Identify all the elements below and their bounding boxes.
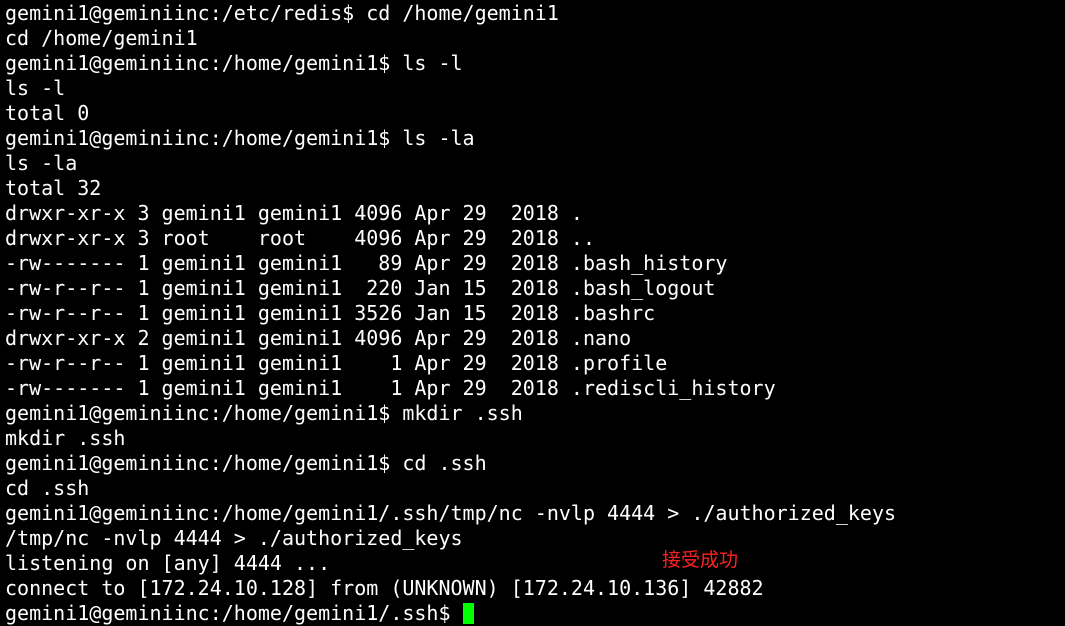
terminal-line: ls -la <box>5 151 78 175</box>
terminal-line: total 0 <box>5 101 90 125</box>
terminal-line: cd .ssh <box>5 476 90 500</box>
terminal-output: gemini1@geminiinc:/etc/redis$ cd /home/g… <box>5 1 1065 626</box>
terminal-line: ls -l <box>5 76 66 100</box>
terminal-line: gemini1@geminiinc:/etc/redis$ cd /home/g… <box>5 1 559 25</box>
terminal-line: gemini1@geminiinc:/home/gemini1$ ls -la <box>5 126 475 150</box>
terminal-line: gemini1@geminiinc:/home/gemini1$ mkdir .… <box>5 401 523 425</box>
terminal-line: drwxr-xr-x 3 gemini1 gemini1 4096 Apr 29… <box>5 201 583 225</box>
success-annotation: 接受成功 <box>662 549 739 571</box>
terminal-line: -rw------- 1 gemini1 gemini1 1 Apr 29 20… <box>5 376 776 400</box>
terminal-input-line[interactable]: gemini1@geminiinc:/home/gemini1/.ssh$ <box>5 601 1065 626</box>
terminal-line: cd /home/gemini1 <box>5 26 198 50</box>
terminal-line: drwxr-xr-x 3 root root 4096 Apr 29 2018 … <box>5 226 596 250</box>
terminal-line: -rw-r--r-- 1 gemini1 gemini1 1 Apr 29 20… <box>5 351 668 375</box>
terminal-line: total 32 <box>5 176 102 200</box>
terminal-prompt: gemini1@geminiinc:/home/gemini1/.ssh$ <box>5 601 463 625</box>
terminal-window[interactable]: gemini1@geminiinc:/etc/redis$ cd /home/g… <box>0 0 1065 625</box>
terminal-line: listening on [any] 4444 ... <box>5 551 331 575</box>
terminal-line: gemini1@geminiinc:/home/gemini1/.ssh/tmp… <box>5 501 897 525</box>
terminal-line: drwxr-xr-x 2 gemini1 gemini1 4096 Apr 29… <box>5 326 632 350</box>
terminal-line: /tmp/nc -nvlp 4444 > ./authorized_keys <box>5 526 463 550</box>
terminal-line: connect to [172.24.10.128] from (UNKNOWN… <box>5 576 764 600</box>
terminal-cursor[interactable] <box>462 603 474 624</box>
terminal-line: -rw-r--r-- 1 gemini1 gemini1 220 Jan 15 … <box>5 276 716 300</box>
terminal-line: gemini1@geminiinc:/home/gemini1$ ls -l <box>5 51 463 75</box>
terminal-line: -rw-r--r-- 1 gemini1 gemini1 3526 Jan 15… <box>5 301 656 325</box>
terminal-line: mkdir .ssh <box>5 426 126 450</box>
terminal-line: gemini1@geminiinc:/home/gemini1$ cd .ssh <box>5 451 487 475</box>
terminal-line: -rw------- 1 gemini1 gemini1 89 Apr 29 2… <box>5 251 728 275</box>
